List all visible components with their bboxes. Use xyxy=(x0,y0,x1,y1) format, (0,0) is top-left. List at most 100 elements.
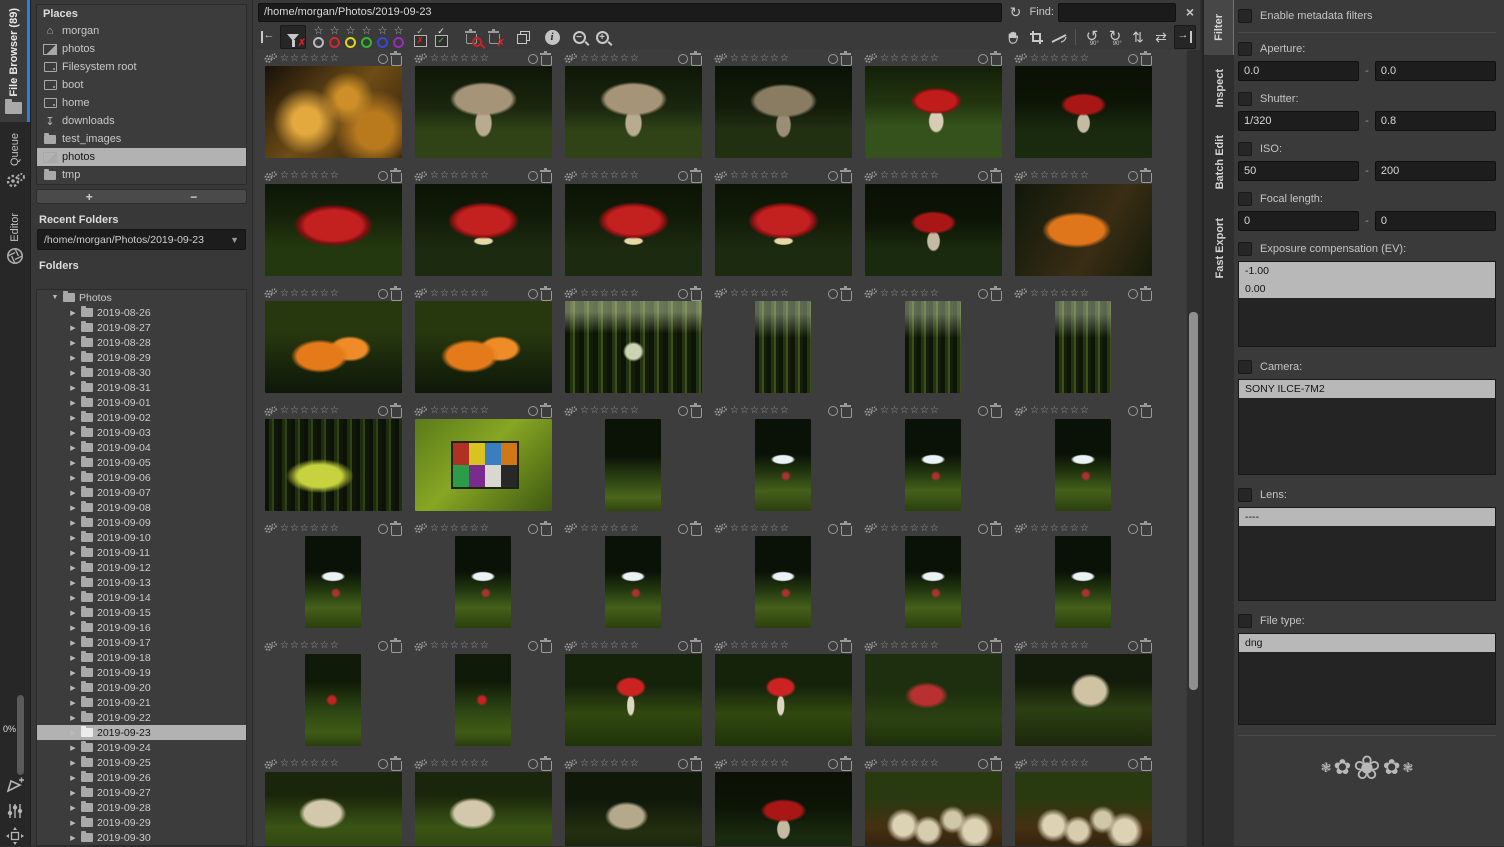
profile-gears-icon[interactable] xyxy=(414,641,427,652)
tab-filter[interactable]: Filter xyxy=(1204,0,1236,55)
profile-gears-icon[interactable] xyxy=(1014,171,1027,182)
caret-right-icon[interactable]: ▶ xyxy=(69,354,77,362)
caret-right-icon[interactable]: ▶ xyxy=(69,474,77,482)
profile-gears-icon[interactable] xyxy=(564,53,577,64)
caret-right-icon[interactable]: ▶ xyxy=(69,654,77,662)
trash-icon[interactable] xyxy=(391,56,402,66)
folder-row[interactable]: ▶2019-08-29 xyxy=(37,350,246,365)
label-filter-column[interactable]: ☆ xyxy=(343,26,358,48)
folder-row[interactable]: ▶2019-08-26 xyxy=(37,305,246,320)
caret-right-icon[interactable]: ▶ xyxy=(69,774,77,782)
trash-icon[interactable] xyxy=(1141,56,1152,66)
add-place-button[interactable]: + xyxy=(37,190,142,203)
trash-icon[interactable] xyxy=(391,173,402,183)
photo-thumbnail[interactable] xyxy=(1055,301,1111,393)
trash-icon[interactable] xyxy=(541,761,552,771)
caret-right-icon[interactable]: ▶ xyxy=(69,639,77,647)
tab-batch-edit[interactable]: Batch Edit xyxy=(1204,121,1236,203)
profile-gears-icon[interactable] xyxy=(1014,53,1027,64)
grid-scrollbar[interactable] xyxy=(1187,50,1200,846)
folder-row[interactable]: ▶2019-09-13 xyxy=(37,575,246,590)
photo-thumbnail[interactable] xyxy=(265,184,402,276)
profile-gears-icon[interactable] xyxy=(1014,288,1027,299)
photo-thumbnail[interactable] xyxy=(1015,772,1152,846)
color-label-icon[interactable] xyxy=(678,524,688,534)
photo-thumbnail[interactable] xyxy=(715,184,852,276)
flip-horizontal-button[interactable]: ⇄ xyxy=(1151,26,1171,48)
list-option[interactable]: 0.00 xyxy=(1239,280,1495,298)
trash-icon[interactable] xyxy=(1141,173,1152,183)
rating-stars[interactable]: ☆☆☆☆☆☆ xyxy=(580,640,640,652)
photo-thumbnail[interactable] xyxy=(415,301,552,393)
rating-stars[interactable]: ☆☆☆☆☆☆ xyxy=(730,170,790,182)
caret-right-icon[interactable]: ▶ xyxy=(69,429,77,437)
places-item[interactable]: ↧downloads xyxy=(37,112,246,130)
caret-right-icon[interactable]: ▶ xyxy=(69,789,77,797)
color-label-icon[interactable] xyxy=(678,289,688,299)
trash-icon[interactable] xyxy=(1141,408,1152,418)
color-label-icon[interactable] xyxy=(828,289,838,299)
photo-thumbnail[interactable] xyxy=(265,66,402,158)
batch-adjust-button[interactable] xyxy=(4,800,26,822)
profile-gears-icon[interactable] xyxy=(714,53,727,64)
folder-row[interactable]: ▶2019-09-10 xyxy=(37,530,246,545)
profile-gears-icon[interactable] xyxy=(264,759,277,770)
profile-gears-icon[interactable] xyxy=(864,759,877,770)
color-label-icon[interactable] xyxy=(978,759,988,769)
profile-gears-icon[interactable] xyxy=(264,171,277,182)
places-item[interactable]: test_images xyxy=(37,130,246,148)
list-option[interactable]: dng xyxy=(1239,634,1495,652)
iso-checkbox[interactable] xyxy=(1238,142,1252,156)
profile-gears-icon[interactable] xyxy=(264,288,277,299)
profile-gears-icon[interactable] xyxy=(864,171,877,182)
caret-right-icon[interactable]: ▶ xyxy=(69,384,77,392)
photo-thumbnail[interactable] xyxy=(905,301,961,393)
photo-thumbnail[interactable] xyxy=(1015,66,1152,158)
color-label-icon[interactable] xyxy=(678,759,688,769)
color-label-icon[interactable] xyxy=(978,54,988,64)
fit-window-button[interactable] xyxy=(4,825,26,847)
trash-icon[interactable] xyxy=(541,643,552,653)
photo-thumbnail[interactable] xyxy=(605,419,661,511)
rating-stars[interactable]: ☆☆☆☆☆☆ xyxy=(730,523,790,535)
folder-row[interactable]: ▶2019-09-02 xyxy=(37,410,246,425)
caret-down-icon[interactable]: ▼ xyxy=(51,294,59,301)
flip-vertical-button[interactable]: ⇅ xyxy=(1128,26,1148,48)
folder-row[interactable]: ▶2019-09-12 xyxy=(37,560,246,575)
photo-thumbnail[interactable] xyxy=(415,772,552,846)
folder-row[interactable]: ▶2019-09-17 xyxy=(37,635,246,650)
trash-icon[interactable] xyxy=(991,761,1002,771)
places-item[interactable]: photos xyxy=(37,148,246,166)
photo-thumbnail[interactable] xyxy=(865,184,1002,276)
trash-icon[interactable] xyxy=(991,526,1002,536)
color-label-icon[interactable] xyxy=(828,759,838,769)
photo-thumbnail[interactable] xyxy=(565,184,702,276)
photo-thumbnail[interactable] xyxy=(305,654,361,746)
photo-thumbnail[interactable] xyxy=(715,772,852,846)
color-label-icon[interactable] xyxy=(978,289,988,299)
trash-icon[interactable] xyxy=(841,408,852,418)
caret-right-icon[interactable]: ▶ xyxy=(69,699,77,707)
rating-stars[interactable]: ☆☆☆☆☆☆ xyxy=(580,523,640,535)
places-item[interactable]: boot xyxy=(37,76,246,94)
caret-right-icon[interactable]: ▶ xyxy=(69,579,77,587)
folder-row[interactable]: ▶2019-09-14 xyxy=(37,590,246,605)
focal-min-field[interactable] xyxy=(1238,211,1359,231)
path-input[interactable] xyxy=(258,3,1002,22)
rating-stars[interactable]: ☆☆☆☆☆☆ xyxy=(280,758,340,770)
profile-gears-icon[interactable] xyxy=(564,523,577,534)
caret-right-icon[interactable]: ▶ xyxy=(69,399,77,407)
close-button[interactable]: × xyxy=(1180,1,1200,23)
photo-thumbnail[interactable] xyxy=(415,66,552,158)
crop-tool-button[interactable] xyxy=(1026,26,1046,48)
iso-min-field[interactable] xyxy=(1238,161,1359,181)
profile-gears-icon[interactable] xyxy=(414,406,427,417)
ev-checkbox[interactable] xyxy=(1238,242,1252,256)
trash-icon[interactable] xyxy=(541,526,552,536)
profile-gears-icon[interactable] xyxy=(264,53,277,64)
rating-stars[interactable]: ☆☆☆☆☆☆ xyxy=(430,288,490,300)
rating-stars[interactable]: ☆☆☆☆☆☆ xyxy=(880,640,940,652)
profile-gears-icon[interactable] xyxy=(864,641,877,652)
trash-icon[interactable] xyxy=(391,643,402,653)
profile-gears-icon[interactable] xyxy=(564,759,577,770)
